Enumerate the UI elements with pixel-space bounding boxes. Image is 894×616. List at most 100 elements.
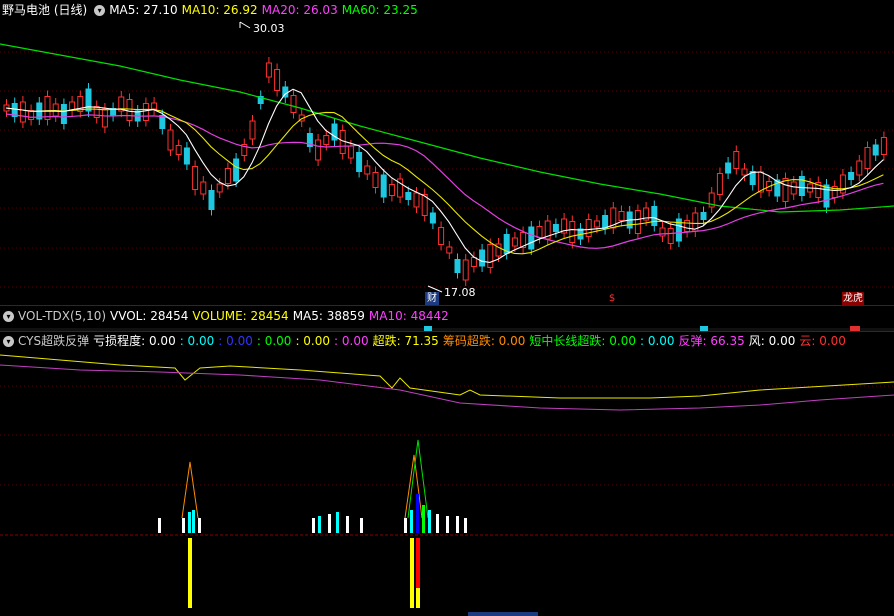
candle [585,219,592,237]
dragon-tiger-marker[interactable]: 龙虎 [842,292,864,305]
candle [216,183,223,193]
cys-item-cloud: 云: 0.00 [799,334,846,348]
cys-legend-bar: ▾ CYS超跌反弹 亏损程度: 0.00 : 0.00 : 0.00 : 0.0… [0,333,894,349]
candle [741,168,748,176]
candle [454,259,461,273]
candle [405,192,412,200]
candle [60,104,67,124]
cys-signal-bar [182,518,185,533]
cys-menu-icon[interactable]: ▾ [3,335,14,347]
candle [52,103,59,117]
cys-title: CYS超跌反弹 [18,334,90,348]
vol-title: VOL-TDX(5,10) [18,309,107,323]
candle [782,178,789,202]
cys-rebound-bar [410,538,414,608]
panel-divider-2 [0,331,894,332]
cys-signal-bar [404,518,407,533]
cys-rebound-bar [188,538,192,608]
cys-signal-bar [158,518,161,533]
candle [487,244,494,268]
cys-item-rebound: 反弹: 66.35 [678,334,745,348]
cys-item-wind: 风: 0.00 [748,334,796,348]
cys-signal-bar [422,505,425,533]
panel-divider [0,305,894,306]
candle [364,165,371,175]
cys-rebound-bar [416,538,420,588]
candle [372,172,379,188]
cys-signal-bar [446,516,449,533]
candle [634,210,641,234]
cys-rebound-bar [416,588,420,608]
cys-signal-bar [416,494,419,533]
candle [315,139,322,161]
candle [388,184,395,196]
candle [438,227,445,245]
candle [864,147,871,169]
cys-signal-bar [410,510,413,533]
cys-indicator-chart[interactable] [0,350,894,616]
candle [142,103,149,121]
cys-item-5: : 0.00 [295,334,331,348]
candle [356,152,363,172]
cys-item-4: : 0.00 [256,334,292,348]
vol-menu-icon[interactable]: ▾ [3,310,14,322]
candle [593,220,600,228]
candle [872,144,879,156]
candle [175,145,182,155]
vol-legend-bar: ▾ VOL-TDX(5,10) VVOL: 28454 VOLUME: 2845… [0,308,894,324]
cys-item-chip: 筹码超跌: 0.00 [442,334,526,348]
candle [880,137,887,155]
high-price-label: 30.03 [253,22,285,35]
candle [602,215,609,229]
candle [659,227,666,237]
candle [183,147,190,165]
cys-signal-bar [318,516,321,533]
cys-signal-bar [188,512,191,533]
cys-signal-bar [312,518,315,533]
dividend-marker[interactable]: $ [607,292,617,305]
candle [716,173,723,195]
vol-ma10-label: MA10: 48442 [368,309,449,323]
vvol-label: VVOL: 28454 [110,309,189,323]
cys-item-term: 短中长线超跌: 0.00 [529,334,636,348]
candle [249,120,256,140]
candle [757,171,764,193]
candle [208,190,215,210]
cys-signal-bar [328,514,331,533]
cys-magenta-line [0,364,894,411]
cursor-date-badge [468,612,538,616]
candle [69,101,76,111]
low-price-label: 17.08 [444,286,476,299]
cys-item-10: : 0.00 [639,334,675,348]
candle [667,228,674,244]
candle [618,211,625,221]
candle [725,162,732,174]
candle [290,95,297,113]
cys-signal-bar [428,510,431,533]
cys-signal-bar [360,518,363,533]
candle [470,257,477,267]
candle [200,181,207,195]
candle [224,168,231,184]
candle [684,220,691,232]
candle [28,110,35,120]
candle [536,226,543,238]
candle [700,212,707,220]
cys-item-3: : 0.00 [218,334,253,348]
cys-item-loss: 亏损程度: 0.00 [93,334,176,348]
candle [651,206,658,226]
candle [380,174,387,198]
finance-marker[interactable]: 财 [425,292,439,305]
candle [347,145,354,159]
candle [823,184,830,208]
candle [446,246,453,254]
cys-signal-bar [456,516,459,533]
candle [429,212,436,224]
candle [413,192,420,208]
candle [552,224,559,232]
cys-signal-bar [464,518,467,533]
cys-yellow-line [0,354,894,399]
cys-signal-bar [346,516,349,533]
price-chart[interactable]: 30.03 17.08 [0,0,894,305]
cys-item-2: : 0.00 [179,334,215,348]
